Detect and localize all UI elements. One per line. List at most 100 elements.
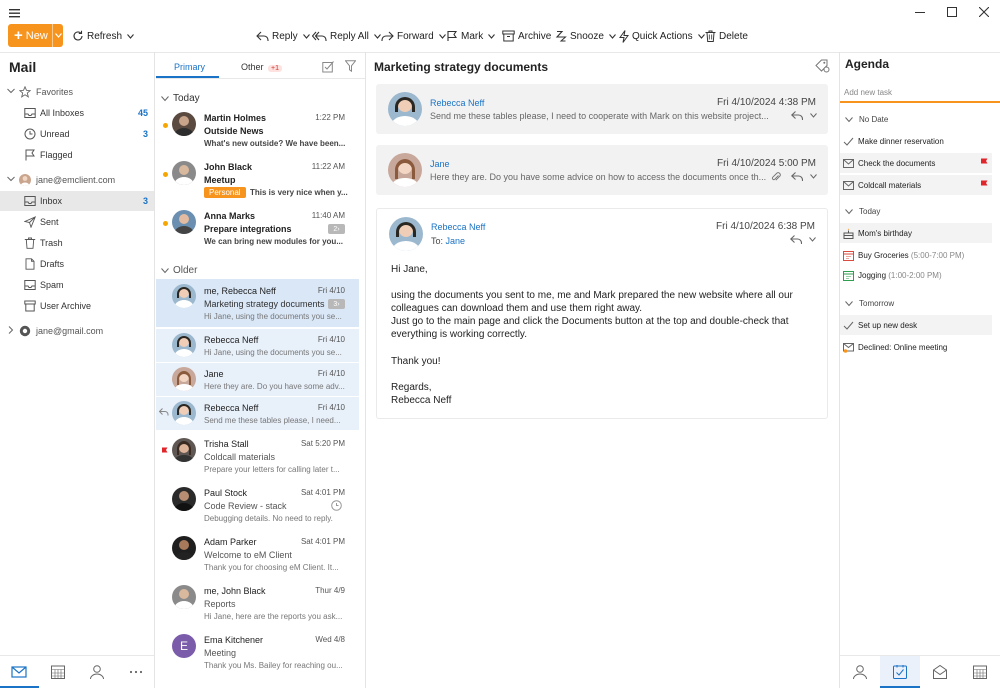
calendar-icon[interactable] xyxy=(50,664,66,680)
message-card[interactable]: Rebecca Neff Fri 4/10/2024 4:38 PM Send … xyxy=(376,84,828,134)
signature: Rebecca Neff xyxy=(391,395,452,406)
avatar xyxy=(172,401,196,425)
favorites-header[interactable]: Favorites xyxy=(0,82,154,102)
tag-icon[interactable] xyxy=(815,59,830,73)
new-dropdown-toggle[interactable] xyxy=(52,24,63,47)
trash-icon xyxy=(705,30,716,42)
more-icon[interactable] xyxy=(128,664,144,680)
task-item[interactable]: Check the documents xyxy=(840,153,992,173)
message-preview: Send me these tables please, I need... xyxy=(204,416,341,425)
recipient[interactable]: Jane xyxy=(446,236,466,246)
select-all-icon[interactable] xyxy=(322,60,335,73)
list-item[interactable]: Anna Marks 11:40 AM Prepare integrations… xyxy=(156,205,359,253)
event-item[interactable]: Mom's birthday xyxy=(840,223,992,243)
toolbar-divider xyxy=(0,52,1000,53)
event-item[interactable]: Buy Groceries (5:00-7:00 PM) xyxy=(840,245,992,265)
spam-icon xyxy=(24,280,36,290)
calendar-icon[interactable] xyxy=(972,664,988,680)
list-item[interactable]: John Black 11:22 AM Meetup Personal This… xyxy=(156,156,359,204)
minimize-icon[interactable] xyxy=(904,0,936,24)
list-item[interactable]: me, John Black Thur 4/9 Reports Hi Jane,… xyxy=(156,580,359,628)
chevron-down-icon[interactable] xyxy=(809,237,816,242)
task-item[interactable]: Coldcall materials xyxy=(840,175,992,195)
chevron-down-icon[interactable] xyxy=(810,113,817,118)
list-item[interactable]: Rebecca Neff Fri 4/10 Hi Jane, using the… xyxy=(156,329,359,362)
reply-all-button[interactable]: Reply All xyxy=(312,27,381,45)
agenda-group-nodate[interactable]: No Date xyxy=(845,115,888,124)
task-label: Check the documents xyxy=(858,158,936,168)
avatar xyxy=(172,585,196,609)
tab-other[interactable]: Other +1 xyxy=(241,62,283,72)
avatar xyxy=(172,284,196,308)
sidebar-divider xyxy=(154,52,155,688)
task-item[interactable]: Set up new desk xyxy=(840,315,992,335)
list-item[interactable]: me, Rebecca Neff Fri 4/10 Marketing stra… xyxy=(156,279,359,327)
quick-actions-button[interactable]: Quick Actions xyxy=(619,27,705,45)
group-header-older[interactable]: Older xyxy=(161,265,197,276)
list-item[interactable]: Paul Stock Sat 4:01 PM Code Review - sta… xyxy=(156,482,359,530)
new-button[interactable]: + New xyxy=(8,24,63,47)
group-header-today[interactable]: Today xyxy=(161,93,200,104)
event-item[interactable]: Jogging (1:00-2:00 PM) xyxy=(840,265,992,285)
agenda-bottom-nav xyxy=(840,655,1000,688)
delete-label: Delete xyxy=(719,30,748,42)
sidebar-item-sent[interactable]: Sent xyxy=(0,212,154,232)
add-task-input[interactable]: Add new task xyxy=(840,84,1000,103)
refresh-label: Refresh xyxy=(87,30,123,42)
sidebar-item-inbox[interactable]: Inbox 3 xyxy=(0,191,154,211)
list-item[interactable]: Rebecca Neff Fri 4/10 Send me these tabl… xyxy=(156,397,359,430)
filter-icon[interactable] xyxy=(345,60,356,72)
list-item[interactable]: E Ema Kitchener Wed 4/8 Meeting Thank yo… xyxy=(156,629,359,677)
mail-open-icon[interactable] xyxy=(932,664,948,680)
tab-primary[interactable]: Primary xyxy=(174,62,205,72)
refresh-button[interactable]: Refresh xyxy=(72,27,134,45)
group-label: No Date xyxy=(859,115,889,124)
flag-icon[interactable] xyxy=(161,447,168,456)
sidebar-item-spam[interactable]: Spam xyxy=(0,275,154,295)
list-item[interactable]: Martin Holmes 1:22 PM Outside News What'… xyxy=(156,107,359,155)
avatar xyxy=(172,161,196,185)
sidebar-item-all-inboxes[interactable]: All Inboxes 45 xyxy=(0,103,154,123)
sidebar-item-unread[interactable]: Unread 3 xyxy=(0,124,154,144)
contacts-icon[interactable] xyxy=(852,664,868,680)
close-icon[interactable] xyxy=(968,0,1000,24)
snooze-button[interactable]: Snooze xyxy=(555,27,616,45)
reply-icon[interactable] xyxy=(790,235,802,245)
forward-button[interactable]: Forward xyxy=(381,27,446,45)
task-item[interactable]: Make dinner reservation xyxy=(840,131,992,151)
list-item[interactable]: Jane Fri 4/10 Here they are. Do you have… xyxy=(156,363,359,396)
menu-icon[interactable] xyxy=(8,7,22,19)
mark-button[interactable]: Mark xyxy=(446,27,496,45)
reply-button[interactable]: Reply xyxy=(256,27,310,45)
account-header-gmail[interactable]: jane@gmail.com xyxy=(0,321,154,341)
agenda-group-today[interactable]: Today xyxy=(845,207,880,216)
sidebar-item-drafts[interactable]: Drafts xyxy=(0,254,154,274)
list-item[interactable]: Trisha Stall Sat 5:20 PM Coldcall materi… xyxy=(156,433,359,481)
open-sender[interactable]: Rebecca Neff xyxy=(431,222,485,232)
flag-icon xyxy=(447,30,458,41)
reply-all-label: Reply All xyxy=(330,30,369,42)
sidebar-item-trash[interactable]: Trash xyxy=(0,233,154,253)
card-sender[interactable]: Jane xyxy=(430,159,450,169)
message-card[interactable]: Jane Fri 4/10/2024 5:00 PM Here they are… xyxy=(376,145,828,195)
sidebar-item-user-archive[interactable]: User Archive xyxy=(0,296,154,316)
message-preview: Hi Jane, using the documents you se... xyxy=(204,312,342,321)
event-item[interactable]: Declined: Online meeting xyxy=(840,337,992,357)
maximize-icon[interactable] xyxy=(936,0,968,24)
delete-button[interactable]: Delete xyxy=(705,27,748,45)
tasks-icon[interactable] xyxy=(892,664,908,680)
contacts-icon[interactable] xyxy=(89,664,105,680)
reply-icon[interactable] xyxy=(791,111,803,121)
message-sender: Paul Stock xyxy=(204,488,248,498)
task-label: Set up new desk xyxy=(858,320,918,330)
archive-button[interactable]: Archive xyxy=(502,27,551,45)
chevron-down-icon[interactable] xyxy=(810,174,817,179)
reply-icon[interactable] xyxy=(791,172,803,182)
list-item[interactable]: Adam Parker Sat 4:01 PM Welcome to eM Cl… xyxy=(156,531,359,579)
other-badge: +1 xyxy=(268,65,283,72)
mail-icon[interactable] xyxy=(11,664,27,680)
agenda-group-tomorrow[interactable]: Tomorrow xyxy=(845,299,894,308)
sidebar-item-flagged[interactable]: Flagged xyxy=(0,145,154,165)
account-header-emclient[interactable]: jane@emclient.com xyxy=(0,170,154,190)
card-sender[interactable]: Rebecca Neff xyxy=(430,98,484,108)
